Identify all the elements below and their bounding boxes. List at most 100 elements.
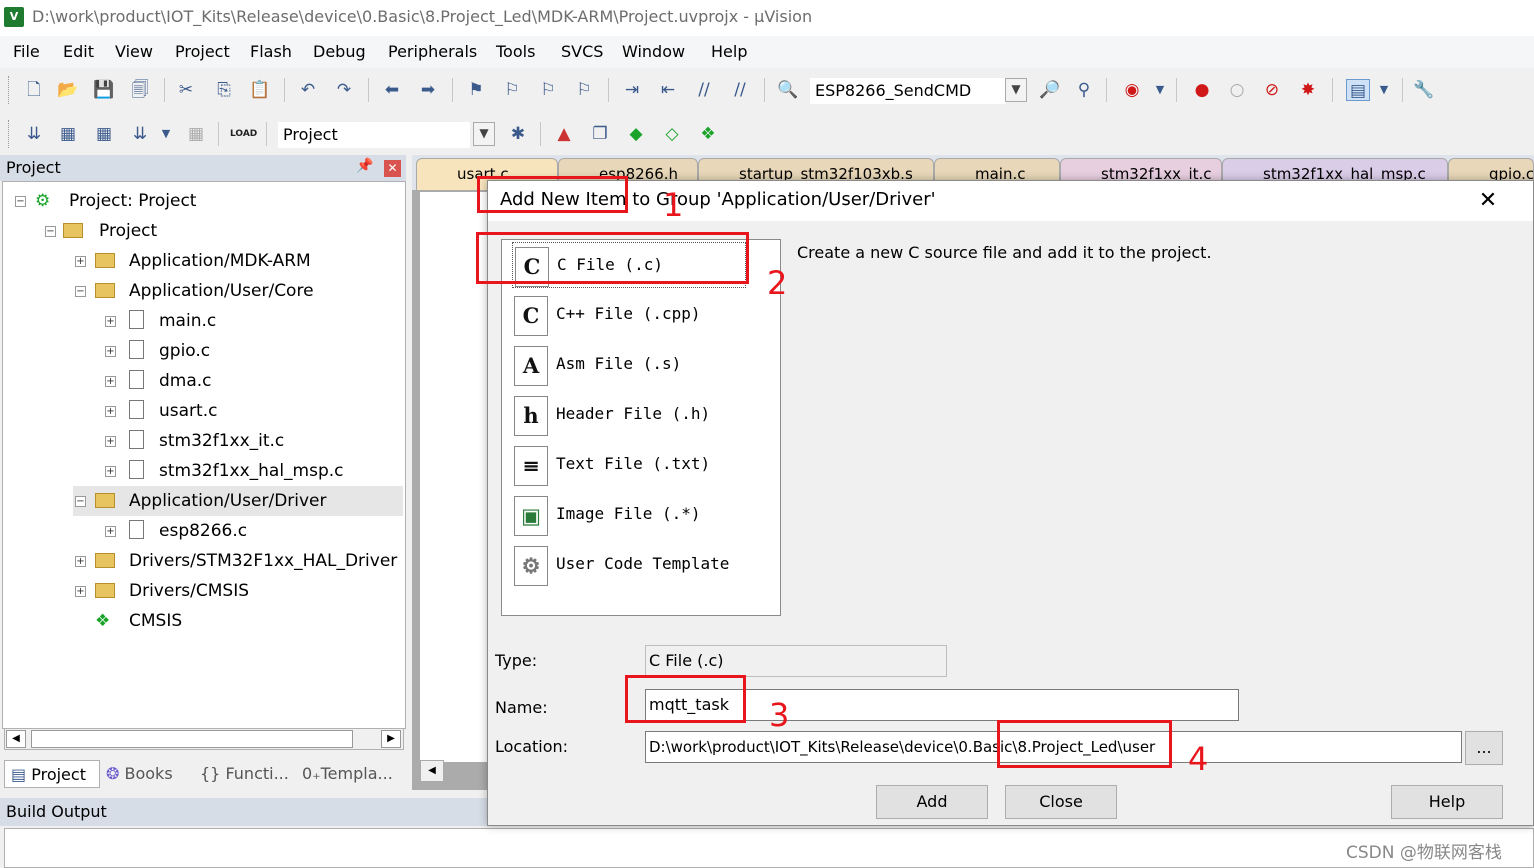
build-output-pane[interactable]	[4, 828, 1534, 868]
save-icon[interactable]: 💾	[92, 79, 116, 101]
manage-project-items-icon[interactable]: ▲	[552, 123, 576, 145]
batch-dropdown-icon[interactable]: ▼	[154, 123, 178, 145]
menu-flash[interactable]: Flash	[250, 42, 292, 61]
cut-icon[interactable]: ✂	[174, 79, 198, 101]
scroll-right-arrow-icon[interactable]: ▶	[381, 730, 401, 748]
open-folder-icon[interactable]: 📂	[56, 79, 80, 101]
annotation-box-2	[476, 232, 749, 284]
load-download-icon[interactable]: LOAD	[230, 123, 257, 145]
uncomment-icon[interactable]: //	[728, 79, 752, 101]
tab-templates[interactable]: 0₊Templa...	[302, 760, 393, 788]
menu-view[interactable]: View	[115, 42, 153, 61]
toolbar-grip[interactable]	[8, 76, 11, 104]
disable-breakpoints-icon[interactable]: ⊘	[1260, 79, 1284, 101]
tree-expand-toggle[interactable]: +	[105, 346, 116, 357]
tree-collapse-toggle[interactable]: −	[15, 196, 26, 207]
find-icon[interactable]: 🔎	[1038, 79, 1062, 101]
dialog-close-icon[interactable]: ✕	[1474, 187, 1502, 215]
manage-rte-icon[interactable]: ◆	[624, 123, 648, 145]
menu-svcs[interactable]: SVCS	[561, 42, 603, 61]
tree-expand-toggle[interactable]: +	[105, 436, 116, 447]
bookmark-prev-icon[interactable]: ⚐	[500, 79, 524, 101]
target-folder-icon	[63, 223, 83, 238]
enable-breakpoint-icon[interactable]: ○	[1225, 79, 1249, 101]
target-options-icon[interactable]: ✱	[506, 123, 530, 145]
tree-expand-toggle[interactable]: +	[105, 316, 116, 327]
menu-tools[interactable]: Tools	[496, 42, 535, 61]
tree-expand-toggle[interactable]: +	[105, 376, 116, 387]
tree-expand-toggle[interactable]: +	[75, 556, 86, 567]
select-packs-icon[interactable]: ❐	[588, 123, 612, 145]
close-panel-icon[interactable]: ✕	[384, 160, 401, 177]
bookmark-next-icon[interactable]: ⚐	[536, 79, 560, 101]
rebuild-icon[interactable]: ▦	[92, 123, 116, 145]
toolbar-grip[interactable]	[8, 120, 11, 148]
browse-button[interactable]: ...	[1465, 731, 1503, 765]
tree-expand-toggle[interactable]: +	[75, 256, 86, 267]
save-all-icon[interactable]: 🗐	[128, 79, 152, 101]
incremental-find-icon[interactable]: ⚲	[1072, 79, 1096, 101]
menu-peripherals[interactable]: Peripherals	[388, 42, 477, 61]
indent-icon[interactable]: ⇥	[620, 79, 644, 101]
debug-dropdown-icon[interactable]: ▼	[1148, 79, 1172, 101]
kill-breakpoints-icon[interactable]: ✸	[1296, 79, 1320, 101]
insert-breakpoint-icon[interactable]: ●	[1190, 79, 1214, 101]
close-button[interactable]: Close	[1005, 785, 1117, 819]
translate-icon[interactable]: ⇊	[22, 123, 46, 145]
file-icon	[129, 370, 144, 389]
menu-edit[interactable]: Edit	[63, 42, 94, 61]
configure-wrench-icon[interactable]: 🔧	[1412, 79, 1436, 101]
toolbar-separator	[540, 122, 541, 146]
tab-project[interactable]: ▤ Project	[4, 760, 100, 788]
stop-build-icon[interactable]: ▦	[184, 123, 208, 145]
menu-window[interactable]: Window	[622, 42, 685, 61]
editor-scroll-left-icon[interactable]: ◀	[420, 760, 444, 782]
undo-icon[interactable]: ↶	[296, 79, 320, 101]
tree-item-group-selected[interactable]: − Application/User/Driver	[73, 486, 403, 516]
debug-session-icon[interactable]: ◉	[1120, 79, 1144, 101]
add-button[interactable]: Add	[876, 785, 988, 819]
comment-icon[interactable]: //	[692, 79, 716, 101]
tree-expand-toggle[interactable]: +	[105, 526, 116, 537]
new-file-icon[interactable]: 🗋	[22, 79, 46, 101]
bookmark-clear-icon[interactable]: ⚐	[572, 79, 596, 101]
tree-collapse-toggle[interactable]: −	[45, 226, 56, 237]
batch-build-icon[interactable]: ⇊	[128, 123, 152, 145]
paste-icon[interactable]: 📋	[248, 79, 272, 101]
find-combo-dropdown[interactable]: ▼	[1005, 78, 1027, 102]
layout-dropdown-icon[interactable]: ▼	[1372, 79, 1396, 101]
find-combo[interactable]: ESP8266_SendCMD	[810, 78, 1006, 104]
pack-installer-icon[interactable]: ◇	[660, 123, 684, 145]
window-titlebar: V D:\work\product\IOT_Kits\Release\devic…	[0, 0, 1534, 36]
target-combo-dropdown[interactable]: ▼	[473, 122, 495, 146]
navigate-forward-icon[interactable]: ➡	[416, 79, 440, 101]
tree-collapse-toggle[interactable]: −	[75, 496, 86, 507]
build-icon[interactable]: ▦	[56, 123, 80, 145]
tab-functions[interactable]: {} Functi...	[200, 760, 289, 788]
scroll-left-arrow-icon[interactable]: ◀	[6, 730, 26, 748]
project-tree-hscrollbar[interactable]: ◀ ▶	[4, 728, 404, 750]
window-layout-icon[interactable]: ▤	[1346, 79, 1370, 101]
tree-collapse-toggle[interactable]: −	[75, 286, 86, 297]
tree-expand-toggle[interactable]: +	[105, 466, 116, 477]
help-button[interactable]: Help	[1391, 785, 1503, 819]
target-select-combo[interactable]: Project	[278, 122, 470, 148]
menu-file[interactable]: File	[13, 42, 40, 61]
menu-help[interactable]: Help	[711, 42, 747, 61]
tree-item-label: Application/User/Driver	[129, 491, 327, 511]
pin-icon[interactable]: 📌	[356, 158, 373, 174]
bookmark-icon[interactable]: ⚑	[464, 79, 488, 101]
unindent-icon[interactable]: ⇤	[656, 79, 680, 101]
find-in-files-icon[interactable]: 🔍	[776, 79, 800, 101]
rte-pack-icon[interactable]: ❖	[696, 123, 720, 145]
menu-project[interactable]: Project	[175, 42, 230, 61]
menu-debug[interactable]: Debug	[313, 42, 366, 61]
scroll-thumb[interactable]	[31, 730, 353, 748]
redo-icon[interactable]: ↷	[332, 79, 356, 101]
copy-icon[interactable]: ⎘	[212, 79, 236, 101]
navigate-back-icon[interactable]: ⬅	[380, 79, 404, 101]
tree-expand-toggle[interactable]: +	[105, 406, 116, 417]
tree-expand-toggle[interactable]: +	[75, 586, 86, 597]
tab-books[interactable]: ❂ Books	[106, 760, 173, 788]
annotation-number-3: 3	[769, 696, 790, 734]
